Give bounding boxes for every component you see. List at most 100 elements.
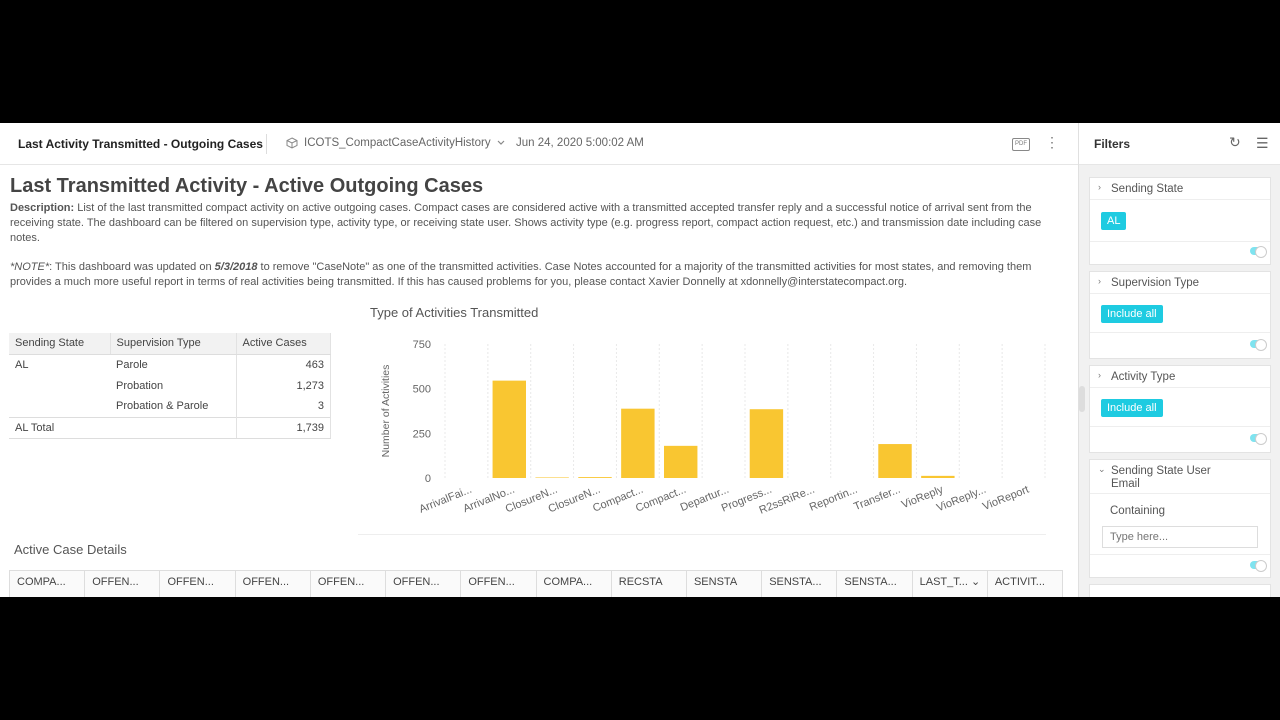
- description-body: List of the last transmitted compact act…: [10, 202, 1042, 244]
- header-divider: [266, 134, 267, 154]
- dataset-selector[interactable]: ICOTS_CompactCaseActivityHistory: [286, 137, 505, 149]
- dashboard-canvas: Last Transmitted Activity - Active Outgo…: [0, 166, 1078, 597]
- menu-icon[interactable]: ☰: [1256, 135, 1269, 152]
- x-tick-label: VioReply...: [935, 484, 988, 515]
- details-column-header[interactable]: COMPA...: [537, 571, 612, 597]
- refresh-date: Jun 24, 2020 5:00:02 AM: [516, 137, 644, 149]
- y-tick-label: 0: [425, 473, 431, 485]
- details-column-header[interactable]: SENSTA...: [762, 571, 838, 597]
- table-row[interactable]: Probation 1,273: [9, 375, 331, 396]
- details-column-header[interactable]: OFFEN...: [386, 571, 462, 597]
- filter-chip[interactable]: Include all: [1101, 399, 1163, 417]
- chart-bar[interactable]: [535, 477, 569, 478]
- filter-sending-state-user-email: ⌄ Sending State User Email Containing: [1089, 459, 1271, 578]
- filter-supervision-type: › Supervision Type Include all: [1089, 271, 1271, 359]
- pivot-header-cases[interactable]: Active Cases: [236, 333, 331, 355]
- page-title: Last Transmitted Activity - Active Outgo…: [10, 175, 484, 197]
- pivot-type: Probation & Parole: [116, 400, 209, 413]
- panel-resize-handle[interactable]: [1079, 386, 1085, 412]
- filter-activity-type: › Activity Type Include all: [1089, 365, 1271, 453]
- table-row[interactable]: Probation & Parole 3: [9, 396, 331, 417]
- chevron-right-icon: ›: [1098, 370, 1101, 380]
- pivot-total-value: 1,739: [235, 416, 331, 439]
- chart-bar[interactable]: [878, 444, 912, 478]
- dataset-name: ICOTS_CompactCaseActivityHistory: [304, 137, 491, 149]
- filters-panel: Filters ↻ ☰ › Sending State AL › Supervisi…: [1078, 123, 1280, 597]
- more-icon[interactable]: ⋮: [1045, 134, 1059, 151]
- chart-bar[interactable]: [492, 380, 526, 478]
- pivot-total-row[interactable]: AL Total 1,739: [9, 416, 331, 439]
- table-row[interactable]: AL Parole 463: [9, 354, 331, 375]
- details-column-header[interactable]: OFFEN...: [311, 571, 387, 597]
- details-table-header: COMPA... OFFEN... OFFEN... OFFEN... OFFEN...…: [9, 570, 1063, 597]
- details-column-header[interactable]: OFFEN...: [160, 571, 236, 597]
- filter-condition: Containing: [1110, 505, 1165, 517]
- details-column-header[interactable]: SENSTA: [687, 571, 763, 597]
- details-column-header[interactable]: RECSTA: [612, 571, 687, 597]
- dashboard-header: Last Activity Transmitted - Outgoing Cas…: [0, 123, 1078, 165]
- y-tick-label: 750: [413, 339, 431, 351]
- filter-sending-state: › Sending State AL: [1089, 177, 1271, 265]
- filter-toggle[interactable]: [1250, 246, 1267, 258]
- y-tick-label: 500: [413, 384, 431, 396]
- filter-header[interactable]: › Activity Type: [1090, 366, 1270, 388]
- filter-chip[interactable]: Include all: [1101, 305, 1163, 323]
- y-tick-label: 250: [413, 428, 431, 440]
- chart-bar[interactable]: [578, 477, 612, 478]
- filter-chip[interactable]: AL: [1101, 212, 1127, 230]
- details-column-header[interactable]: SENSTA...: [837, 571, 913, 597]
- filter-toggle[interactable]: [1250, 339, 1267, 351]
- chevron-right-icon: ›: [1098, 182, 1101, 192]
- filter-label: Sending State User Email: [1111, 465, 1211, 490]
- filter-label: Supervision Type: [1111, 277, 1200, 289]
- x-tick-label: Reportin...: [808, 484, 860, 514]
- details-column-header[interactable]: OFFEN...: [461, 571, 537, 597]
- filter-header[interactable]: ⌄ Sending State User Email: [1090, 460, 1270, 494]
- note-text: *NOTE*: This dashboard was updated on 5/…: [10, 260, 1070, 290]
- activity-bar-chart[interactable]: 0 250 500 750 Number of Activities ArrivalFai…: [360, 331, 1060, 536]
- pivot-header-type[interactable]: Supervision Type: [110, 333, 237, 355]
- chevron-down-icon: ⌄: [1098, 464, 1106, 474]
- chart-title: Type of Activities Transmitted: [370, 305, 539, 320]
- chart-bar[interactable]: [664, 445, 698, 478]
- description-label: Description:: [10, 202, 75, 214]
- email-filter-input[interactable]: [1102, 526, 1258, 548]
- pivot-cases: 463: [235, 354, 331, 375]
- note-date: 5/3/2018: [214, 261, 258, 273]
- details-column-header[interactable]: COMPA...: [10, 571, 86, 597]
- chart-bar[interactable]: [621, 408, 655, 478]
- pivot-type: Parole: [116, 358, 148, 371]
- pivot-header-state[interactable]: Sending State: [9, 333, 111, 355]
- note-pre: : This dashboard was updated on: [49, 261, 215, 273]
- details-column-header[interactable]: LAST_T... ⌄: [913, 571, 988, 597]
- chart-bar[interactable]: [921, 475, 955, 478]
- pivot-state: AL: [15, 358, 29, 371]
- chevron-right-icon: ›: [1098, 276, 1101, 286]
- pivot-table: Sending State Supervision Type Active Ca…: [9, 333, 331, 439]
- dashboard-title: Last Activity Transmitted - Outgoing Cas…: [18, 137, 263, 151]
- pivot-cases: 1,273: [235, 375, 331, 396]
- details-column-header[interactable]: OFFEN...: [236, 571, 311, 597]
- filter-header[interactable]: › Sending State: [1090, 178, 1270, 200]
- filter-toggle[interactable]: [1250, 433, 1267, 445]
- filter-next-card: [1089, 584, 1271, 597]
- filter-label: Activity Type: [1111, 371, 1176, 383]
- reset-icon[interactable]: ↻: [1229, 134, 1241, 151]
- x-tick-label: VioReport: [981, 484, 1031, 513]
- dashboard-app: Last Activity Transmitted - Outgoing Cas…: [0, 123, 1280, 597]
- pivot-total-label: AL Total: [9, 416, 110, 439]
- note-label: *NOTE*: [10, 261, 50, 273]
- filter-toggle[interactable]: [1250, 560, 1267, 572]
- pivot-state: [9, 396, 110, 417]
- filters-title: Filters: [1094, 137, 1131, 151]
- pivot-type: Probation: [116, 379, 164, 392]
- filter-header[interactable]: › Supervision Type: [1090, 272, 1270, 294]
- chart-bar[interactable]: [749, 409, 784, 478]
- details-column-header[interactable]: ACTIVIT...: [988, 571, 1062, 597]
- pdf-icon[interactable]: PDF: [1012, 138, 1030, 151]
- dataset-icon: [286, 137, 298, 149]
- details-column-header[interactable]: OFFEN...: [85, 571, 161, 597]
- chevron-down-icon: [497, 140, 505, 145]
- chart-divider: [358, 534, 1046, 535]
- details-title: Active Case Details: [14, 542, 127, 557]
